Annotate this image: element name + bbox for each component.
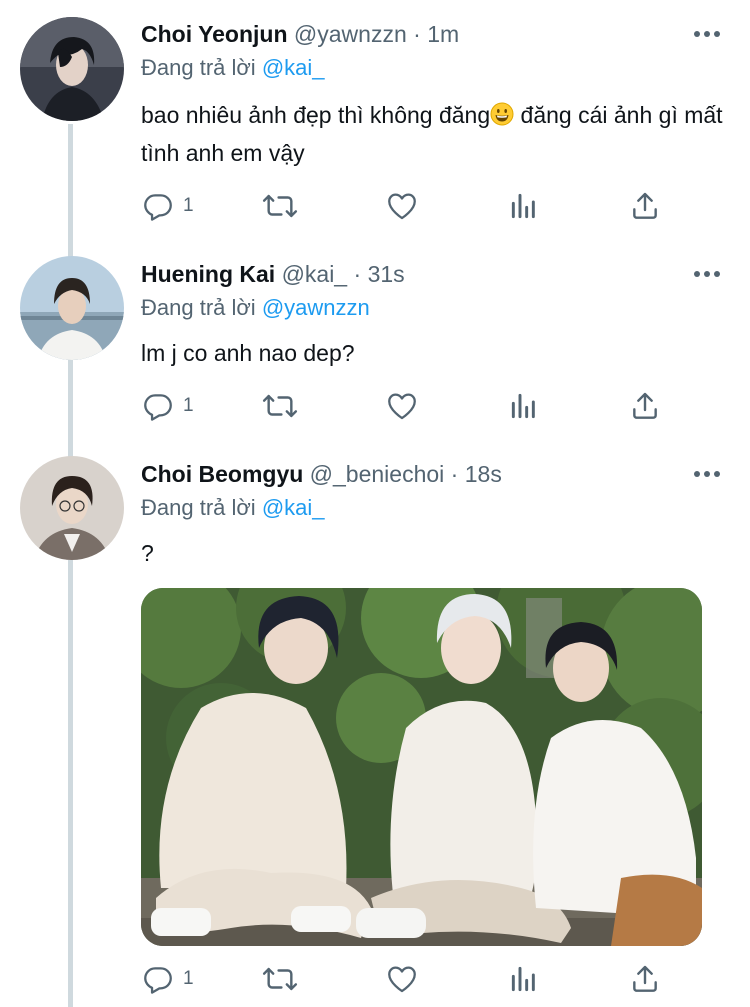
reply-icon <box>141 962 175 996</box>
separator: · <box>450 461 459 487</box>
more-icon[interactable] <box>694 29 720 39</box>
grinning-face-emoji-icon <box>490 101 514 136</box>
tweet-header: Choi Beomgyu @_beniechoi · 18s <box>141 458 502 490</box>
analytics-icon <box>508 962 540 996</box>
tweet-text: ? <box>141 540 154 566</box>
tweet-actions: 1 <box>141 388 681 424</box>
timestamp[interactable]: 18s <box>465 461 502 487</box>
more-icon[interactable] <box>694 269 720 279</box>
share-icon <box>629 389 661 423</box>
like-button[interactable] <box>385 388 419 424</box>
analytics-icon <box>508 389 540 423</box>
retweet-button[interactable] <box>261 188 299 224</box>
timestamp[interactable]: 1m <box>427 21 459 47</box>
reply-thread: Choi Yeonjun @yawnzzn · 1m Đang trả lời … <box>0 0 750 1007</box>
tweet-photo[interactable] <box>141 588 702 946</box>
separator: · <box>353 261 362 287</box>
tweet-text: lm j co anh nao dep? <box>141 340 355 366</box>
mention-link[interactable]: @kai_ <box>262 495 325 520</box>
like-button[interactable] <box>385 188 419 224</box>
reply-prefix: Đang trả lời <box>141 495 256 520</box>
reply-button[interactable]: 1 <box>141 388 194 424</box>
share-button[interactable] <box>629 961 661 997</box>
share-icon <box>629 962 661 996</box>
retweet-icon <box>261 962 299 996</box>
tweet-header: Huening Kai @kai_ · 31s <box>141 258 405 290</box>
display-name[interactable]: Choi Yeonjun <box>141 21 288 47</box>
avatar[interactable] <box>20 17 124 121</box>
tweet-actions: 1 <box>141 188 681 224</box>
avatar[interactable] <box>20 256 124 360</box>
reply-count: 1 <box>183 395 194 416</box>
retweet-button[interactable] <box>261 388 299 424</box>
tweet-choi-yeonjun[interactable]: Choi Yeonjun @yawnzzn · 1m Đang trả lời … <box>0 0 750 250</box>
reply-count: 1 <box>183 195 194 216</box>
tweet-header: Choi Yeonjun @yawnzzn · 1m <box>141 18 459 50</box>
like-button[interactable] <box>385 961 419 997</box>
separator: · <box>413 21 421 47</box>
analytics-button[interactable] <box>508 388 540 424</box>
display-name[interactable]: Choi Beomgyu <box>141 461 303 487</box>
reply-prefix: Đang trả lời <box>141 55 256 80</box>
like-icon <box>385 189 419 223</box>
reply-icon <box>141 189 175 223</box>
share-button[interactable] <box>629 388 661 424</box>
reply-context: Đang trả lời @kai_ <box>141 55 325 81</box>
reply-prefix: Đang trả lời <box>141 295 256 320</box>
avatar[interactable] <box>20 456 124 560</box>
tweet-actions: 1 <box>141 961 681 997</box>
tweet-text: bao nhiêu ảnh đẹp thì không đăng đăng cá… <box>141 98 731 171</box>
reply-button[interactable]: 1 <box>141 961 194 997</box>
analytics-button[interactable] <box>508 961 540 997</box>
username[interactable]: @_beniechoi <box>310 461 445 487</box>
username[interactable]: @yawnzzn <box>294 21 407 47</box>
analytics-button[interactable] <box>508 188 540 224</box>
retweet-icon <box>261 189 299 223</box>
tweet-huening-kai[interactable]: Huening Kai @kai_ · 31s Đang trả lời @ya… <box>0 250 750 450</box>
retweet-icon <box>261 389 299 423</box>
reply-count: 1 <box>183 968 194 989</box>
like-icon <box>385 389 419 423</box>
more-icon[interactable] <box>694 469 720 479</box>
reply-icon <box>141 389 175 423</box>
reply-button[interactable]: 1 <box>141 188 194 224</box>
share-button[interactable] <box>629 188 661 224</box>
share-icon <box>629 189 661 223</box>
tweet-text-part: bao nhiêu ảnh đẹp thì không đăng <box>141 102 491 128</box>
like-icon <box>385 962 419 996</box>
mention-link[interactable]: @yawnzzn <box>262 295 370 320</box>
analytics-icon <box>508 189 540 223</box>
username[interactable]: @kai_ <box>282 261 348 287</box>
mention-link[interactable]: @kai_ <box>262 55 325 80</box>
reply-context: Đang trả lời @yawnzzn <box>141 295 370 321</box>
retweet-button[interactable] <box>261 961 299 997</box>
timestamp[interactable]: 31s <box>368 261 405 287</box>
display-name[interactable]: Huening Kai <box>141 261 275 287</box>
reply-context: Đang trả lời @kai_ <box>141 495 325 521</box>
